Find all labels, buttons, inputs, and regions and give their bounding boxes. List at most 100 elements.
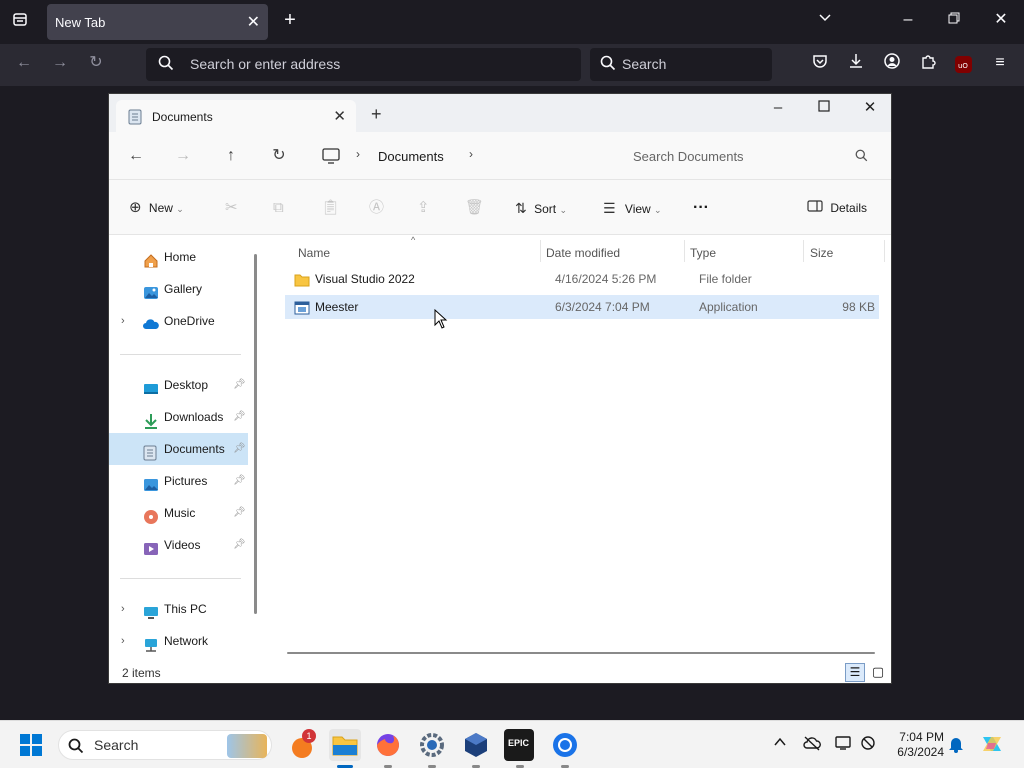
breadcrumb-chevron-icon[interactable]: ›	[469, 147, 473, 161]
column-header-date[interactable]: Date modified	[546, 240, 620, 266]
browser-tab-bar: New Tab ✕ + – ✕	[0, 0, 1024, 44]
taskbar-firefox[interactable]	[372, 729, 404, 761]
address-bar[interactable]: › Documents ›	[314, 141, 609, 171]
details-button[interactable]: Details	[807, 193, 867, 223]
sidebar-item-this-pc[interactable]: › This PC	[109, 593, 248, 625]
restore-icon[interactable]	[942, 10, 966, 34]
copy-icon[interactable]: ⧉	[273, 193, 284, 223]
search-icon[interactable]	[855, 149, 868, 165]
explorer-tab[interactable]: Documents ✕	[116, 100, 356, 134]
taskbar-epic-games[interactable]: EPIC	[504, 729, 534, 761]
navigation-pane: Home Gallery › OneDrive Desktop 📌︎ Downl…	[109, 235, 258, 661]
pocket-icon[interactable]	[808, 53, 832, 77]
browser-tab[interactable]: New Tab ✕	[47, 4, 268, 40]
pin-icon[interactable]: 📌︎	[233, 369, 246, 401]
taskbar-app-orange[interactable]: 1	[288, 729, 320, 761]
new-button[interactable]: ⊕ New ⌄	[129, 193, 184, 223]
browser-search-bar[interactable]: Search	[590, 48, 772, 81]
account-icon[interactable]	[880, 53, 904, 77]
clock[interactable]: 7:04 PM 6/3/2024	[892, 730, 944, 760]
refresh-icon[interactable]: ↻	[264, 141, 294, 171]
file-row[interactable]: Meester 6/3/2024 7:04 PM Application 98 …	[285, 295, 879, 319]
horizontal-scrollbar[interactable]	[287, 652, 875, 654]
details-view-icon[interactable]: ☰	[845, 663, 865, 682]
chevron-down-icon[interactable]	[813, 10, 837, 34]
sidebar-item-desktop[interactable]: Desktop 📌︎	[109, 369, 248, 401]
file-row[interactable]: Visual Studio 2022 4/16/2024 5:26 PM Fil…	[285, 267, 879, 291]
close-tab-icon[interactable]: ✕	[247, 12, 260, 32]
forward-icon[interactable]: →	[168, 141, 198, 171]
new-tab-icon[interactable]: +	[278, 10, 302, 34]
new-tab-icon[interactable]: +	[371, 104, 382, 125]
ublock-icon[interactable]: uO	[955, 56, 972, 73]
cloud-offline-icon[interactable]	[803, 735, 821, 754]
close-window-icon[interactable]: ✕	[847, 94, 891, 124]
display-icon[interactable]	[835, 735, 853, 754]
pictures-icon	[143, 473, 159, 491]
cut-icon[interactable]: ✂	[225, 193, 238, 223]
download-icon[interactable]	[844, 53, 868, 77]
sidebar-item-music[interactable]: Music 📌︎	[109, 497, 248, 529]
back-icon[interactable]: ←	[121, 141, 151, 171]
column-divider[interactable]	[684, 240, 685, 262]
maximize-icon[interactable]	[801, 94, 847, 124]
back-icon[interactable]: ←	[12, 53, 36, 77]
search-input[interactable]: Search Documents	[619, 141, 881, 171]
close-window-icon[interactable]: ✕	[989, 10, 1013, 34]
share-icon[interactable]: ⇪	[417, 193, 430, 223]
taskbar-virtualbox[interactable]	[460, 729, 492, 761]
view-button[interactable]: ☰ View ⌄	[603, 193, 662, 223]
sidebar-item-home[interactable]: Home	[109, 241, 248, 273]
network-status-icon[interactable]	[860, 735, 878, 754]
close-tab-icon[interactable]: ✕	[333, 107, 346, 125]
pin-icon[interactable]: 📌︎	[233, 465, 246, 497]
delete-icon[interactable]: 🗑︎	[465, 193, 484, 223]
notifications-bell-icon[interactable]	[948, 735, 964, 756]
forward-icon[interactable]: →	[48, 53, 72, 77]
tiles-view-icon[interactable]: ▢	[869, 663, 887, 682]
column-header-name[interactable]: Name	[298, 240, 330, 266]
taskbar: Search 1 EPIC 7:04 PM 6/3/2024	[0, 720, 1024, 768]
pin-icon[interactable]: 📌︎	[233, 529, 246, 561]
breadcrumb[interactable]: Documents	[378, 149, 444, 164]
column-divider[interactable]	[540, 240, 541, 262]
windows-start-icon[interactable]	[20, 734, 42, 759]
sidebar-item-pictures[interactable]: Pictures 📌︎	[109, 465, 248, 497]
sidebar-scrollbar[interactable]	[254, 254, 257, 614]
taskbar-search[interactable]: Search	[58, 730, 272, 760]
chevron-right-icon[interactable]: ›	[121, 305, 125, 337]
chevron-right-icon[interactable]: ›	[121, 625, 125, 657]
copilot-icon[interactable]	[979, 731, 1005, 760]
more-options-button[interactable]: ···	[693, 193, 709, 223]
taskbar-chrome[interactable]	[549, 729, 581, 761]
sidebar-item-documents[interactable]: Documents 📌︎	[109, 433, 248, 465]
menu-icon[interactable]: ≡	[988, 53, 1012, 77]
pin-icon[interactable]: 📌︎	[233, 497, 246, 529]
pin-icon[interactable]: 📌︎	[233, 433, 246, 465]
sidebar-item-onedrive[interactable]: › OneDrive	[109, 305, 248, 337]
pin-icon[interactable]: 📌︎	[233, 401, 246, 433]
sidebar-item-downloads[interactable]: Downloads 📌︎	[109, 401, 248, 433]
chevron-up-icon[interactable]	[773, 735, 787, 752]
up-icon[interactable]: ↑	[216, 141, 246, 171]
sidebar-item-gallery[interactable]: Gallery	[109, 273, 248, 305]
address-bar[interactable]: Search or enter address	[146, 48, 581, 81]
extensions-icon[interactable]	[916, 53, 940, 77]
sidebar-item-videos[interactable]: Videos 📌︎	[109, 529, 248, 561]
chevron-right-icon[interactable]: ›	[121, 593, 125, 625]
column-header-size[interactable]: Size	[810, 240, 833, 266]
sidebar-item-network[interactable]: › Network	[109, 625, 248, 657]
column-divider[interactable]	[803, 240, 804, 262]
chevron-down-icon: ⌄	[559, 205, 567, 215]
sort-button[interactable]: ⇅ Sort ⌄	[515, 193, 567, 223]
tab-list-icon[interactable]	[8, 10, 32, 34]
rename-icon[interactable]: Ⓐ	[369, 193, 384, 223]
reload-icon[interactable]: ↻	[84, 53, 108, 77]
taskbar-file-explorer[interactable]	[329, 729, 361, 761]
column-divider[interactable]	[884, 240, 885, 262]
minimize-icon[interactable]: –	[896, 10, 920, 34]
paste-icon[interactable]: 📋︎	[321, 193, 340, 223]
taskbar-settings[interactable]	[416, 729, 448, 761]
minimize-icon[interactable]: –	[755, 94, 801, 124]
column-header-type[interactable]: Type	[690, 240, 716, 266]
